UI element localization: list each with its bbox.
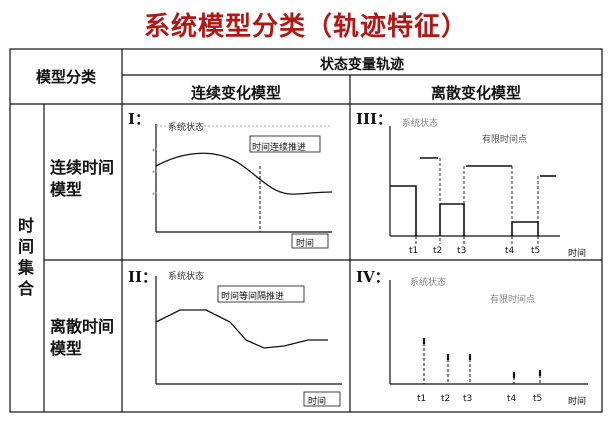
panel-4-tick-label: t5 — [533, 394, 543, 404]
panel-3-segment — [511, 221, 539, 236]
panel-1-chart: ↵ ↵ ↵ — [152, 124, 333, 249]
panel-1-curve — [155, 152, 333, 195]
continuous-time-model-label: 连续时间模型 — [50, 158, 115, 199]
panel-3-time-label: 时间 — [568, 249, 587, 259]
panel-3-tick-label: t4 — [505, 246, 515, 256]
panel-2-chart — [155, 276, 342, 407]
panel-3-chart — [389, 126, 560, 244]
panel-1-marker: ↵ — [152, 146, 158, 154]
discrete-time-set-label: 时间集合 — [17, 216, 34, 298]
panel-1-marker: ↵ — [152, 190, 158, 198]
panel-2-annotation: 时间等间隔推进 — [221, 292, 285, 302]
panel-1-marker: ↵ — [152, 168, 158, 176]
panel-4-chart — [389, 280, 588, 385]
panel-2-polyline — [155, 309, 328, 349]
panel-4-time-label: 时间 — [568, 397, 587, 407]
panel-4-tick-label: t3 — [463, 394, 473, 404]
panel-4-tick-label: t4 — [507, 394, 517, 404]
discrete-time-model-label: 离散时间模型 — [50, 317, 115, 358]
panel-4-tick-label: t2 — [441, 394, 451, 404]
panel-4-state-label: 系统状态 — [410, 278, 447, 288]
discrete-change-header: 离散变化模型 — [430, 84, 521, 102]
panel-3-segment — [390, 185, 417, 236]
panel-4-tick-label: t1 — [417, 394, 427, 404]
model-class-header: 模型分类 — [35, 68, 96, 86]
panel-3-tick-label: t1 — [409, 246, 419, 256]
panel-1-annotation: 时间连续推进 — [252, 143, 307, 153]
panel-3-tick-label: t2 — [433, 246, 443, 256]
panel-3-segment — [439, 203, 465, 236]
panel-1-time-label: 时间 — [296, 239, 315, 249]
state-trajectory-header: 状态变量轨迹 — [320, 57, 404, 73]
panel-3-annotation: 有限时间点 — [482, 135, 528, 145]
continuous-change-header: 连续变化模型 — [190, 84, 281, 102]
panel-2-state-label: 系统状态 — [168, 272, 205, 282]
panel-4-annotation: 有限时间点 — [490, 295, 536, 305]
panel-1-state-label: 系统状态 — [168, 123, 205, 133]
panel-3-state-label: 系统状态 — [402, 119, 439, 129]
panel-3-tick-label: t3 — [457, 246, 467, 256]
panel-3-tick-label: t5 — [531, 246, 541, 256]
panel-2-time-label: 时间 — [308, 397, 327, 407]
